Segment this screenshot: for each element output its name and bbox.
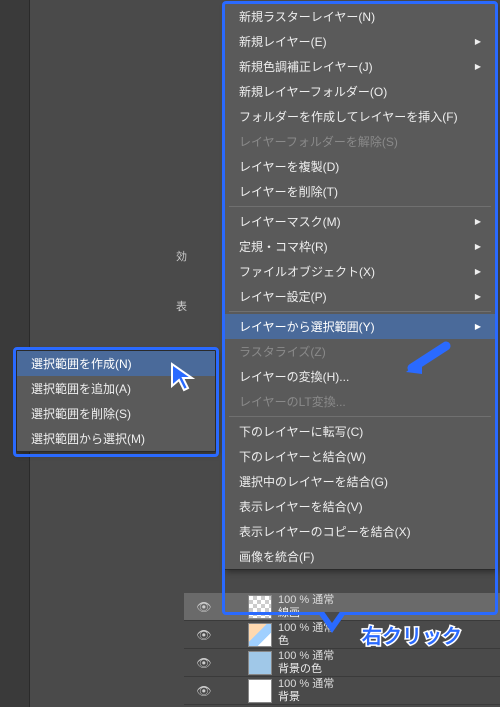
chevron-right-icon: ▶: [475, 322, 481, 331]
eye-icon[interactable]: 👁: [184, 684, 224, 698]
menu-item-label: レイヤーを複製(D): [239, 158, 339, 175]
menu-item-label: 選択中のレイヤーを結合(G): [239, 473, 388, 490]
menu-item[interactable]: フォルダーを作成してレイヤーを挿入(F): [225, 104, 495, 129]
menu-item-label: 画像を統合(F): [239, 548, 314, 565]
menu-item[interactable]: 下のレイヤーに転写(C): [225, 419, 495, 444]
menu-item: レイヤーのLT変換...: [225, 389, 495, 414]
chevron-right-icon: ▶: [475, 267, 481, 276]
submenu-item-label: 選択範囲を削除(S): [31, 405, 131, 422]
menu-item-label: 新規色調補正レイヤー(J): [239, 58, 373, 75]
menu-item[interactable]: ファイルオブジェクト(X) ▶: [225, 259, 495, 284]
menu-item[interactable]: 表示レイヤーのコピーを結合(X): [225, 519, 495, 544]
menu-item[interactable]: 新規ラスターレイヤー(N): [225, 4, 495, 29]
layer-context-menu: 新規ラスターレイヤー(N)新規レイヤー(E)▶新規色調補正レイヤー(J)▶新規レ…: [224, 3, 496, 570]
menu-item[interactable]: レイヤーマスク(M) ▶: [225, 209, 495, 234]
eye-icon[interactable]: 👁: [184, 656, 224, 670]
menu-item-label: レイヤーの変換(H)...: [239, 368, 349, 385]
menu-item-label: レイヤーを削除(T): [239, 183, 338, 200]
layer-thumbnail: [248, 623, 272, 647]
chevron-right-icon: ▶: [475, 62, 481, 71]
menu-item[interactable]: 新規レイヤー(E) ▶: [225, 29, 495, 54]
menu-item-label: レイヤー設定(P): [239, 288, 327, 305]
menu-item[interactable]: 画像を統合(F): [225, 544, 495, 569]
menu-item[interactable]: レイヤーを複製(D): [225, 154, 495, 179]
chevron-right-icon: ▶: [475, 37, 481, 46]
submenu-item-label: 選択範囲から選択(M): [31, 430, 145, 447]
layer-thumbnail: [248, 651, 272, 675]
layer-name-label: 色: [278, 635, 334, 647]
menu-item-label: 新規レイヤー(E): [239, 33, 327, 50]
submenu-item[interactable]: 選択範囲を削除(S): [17, 401, 215, 426]
menu-item-label: 下のレイヤーに転写(C): [239, 423, 363, 440]
layer-panel: 👁100 % 通常線画👁100 % 通常色👁100 % 通常背景の色👁100 %…: [184, 593, 500, 705]
chevron-right-icon: ▶: [475, 242, 481, 251]
eye-icon[interactable]: 👁: [184, 628, 224, 642]
submenu-item[interactable]: 選択範囲から選択(M): [17, 426, 215, 451]
submenu-item[interactable]: 選択範囲を作成(N): [17, 351, 215, 376]
menu-separator: [229, 311, 491, 312]
chevron-right-icon: ▶: [475, 292, 481, 301]
chevron-right-icon: ▶: [475, 217, 481, 226]
layer-thumbnail: [248, 595, 272, 619]
menu-item-label: レイヤーのLT変換...: [239, 393, 346, 410]
menu-item[interactable]: 選択中のレイヤーを結合(G): [225, 469, 495, 494]
selection-from-layer-submenu: 選択範囲を作成(N) 選択範囲を追加(A) 選択範囲を削除(S) 選択範囲から選択(M…: [16, 350, 216, 452]
menu-item-label: ファイルオブジェクト(X): [239, 263, 375, 280]
menu-item-label: 表示レイヤーのコピーを結合(X): [239, 523, 411, 540]
layer-opacity-label: 100 % 通常: [278, 594, 334, 606]
menu-item-label: 下のレイヤーと結合(W): [239, 448, 366, 465]
menu-item[interactable]: レイヤーから選択範囲(Y) ▶: [225, 314, 495, 339]
menu-item: ラスタライズ(Z): [225, 339, 495, 364]
menu-item[interactable]: 下のレイヤーと結合(W): [225, 444, 495, 469]
layer-row[interactable]: 👁 100 % 通常背景: [184, 677, 500, 705]
submenu-item-label: 選択範囲を作成(N): [31, 355, 132, 372]
menu-item[interactable]: 定規・コマ枠(R) ▶: [225, 234, 495, 259]
layer-opacity-label: 100 % 通常: [278, 678, 334, 690]
menu-item-label: ラスタライズ(Z): [239, 343, 326, 360]
menu-item-label: 新規ラスターレイヤー(N): [239, 8, 375, 25]
submenu-item[interactable]: 選択範囲を追加(A): [17, 376, 215, 401]
menu-item: レイヤーフォルダーを解除(S): [225, 129, 495, 154]
menu-item-label: 定規・コマ枠(R): [239, 238, 328, 255]
submenu-item-label: 選択範囲を追加(A): [31, 380, 131, 397]
eye-icon[interactable]: 👁: [184, 600, 224, 614]
layer-name-label: 背景: [278, 691, 334, 703]
menu-separator: [229, 206, 491, 207]
menu-item-label: 新規レイヤーフォルダー(O): [239, 83, 387, 100]
layer-texts: 100 % 通常背景の色: [278, 650, 334, 674]
layer-row[interactable]: 👁 100 % 通常背景の色: [184, 649, 500, 677]
menu-item-label: レイヤーマスク(M): [239, 213, 341, 230]
display-label: 表: [176, 298, 187, 314]
annotation-callout: 右クリック: [362, 620, 462, 649]
layer-name-label: 背景の色: [278, 663, 334, 675]
menu-item[interactable]: レイヤー設定(P) ▶: [225, 284, 495, 309]
menu-separator: [229, 416, 491, 417]
annotation-tail-inner: [324, 612, 339, 623]
menu-item-label: 表示レイヤーを結合(V): [239, 498, 363, 515]
layer-texts: 100 % 通常背景: [278, 678, 334, 702]
layer-thumbnail: [248, 679, 272, 703]
menu-item[interactable]: 新規レイヤーフォルダー(O): [225, 79, 495, 104]
menu-item[interactable]: レイヤーを削除(T): [225, 179, 495, 204]
menu-item-label: フォルダーを作成してレイヤーを挿入(F): [239, 108, 458, 125]
menu-item[interactable]: 表示レイヤーを結合(V): [225, 494, 495, 519]
menu-item-label: レイヤーから選択範囲(Y): [239, 318, 375, 335]
menu-item[interactable]: レイヤーの変換(H)...: [225, 364, 495, 389]
layer-opacity-label: 100 % 通常: [278, 650, 334, 662]
effect-label: 効: [176, 248, 187, 264]
menu-item-label: レイヤーフォルダーを解除(S): [239, 133, 398, 150]
menu-item[interactable]: 新規色調補正レイヤー(J) ▶: [225, 54, 495, 79]
